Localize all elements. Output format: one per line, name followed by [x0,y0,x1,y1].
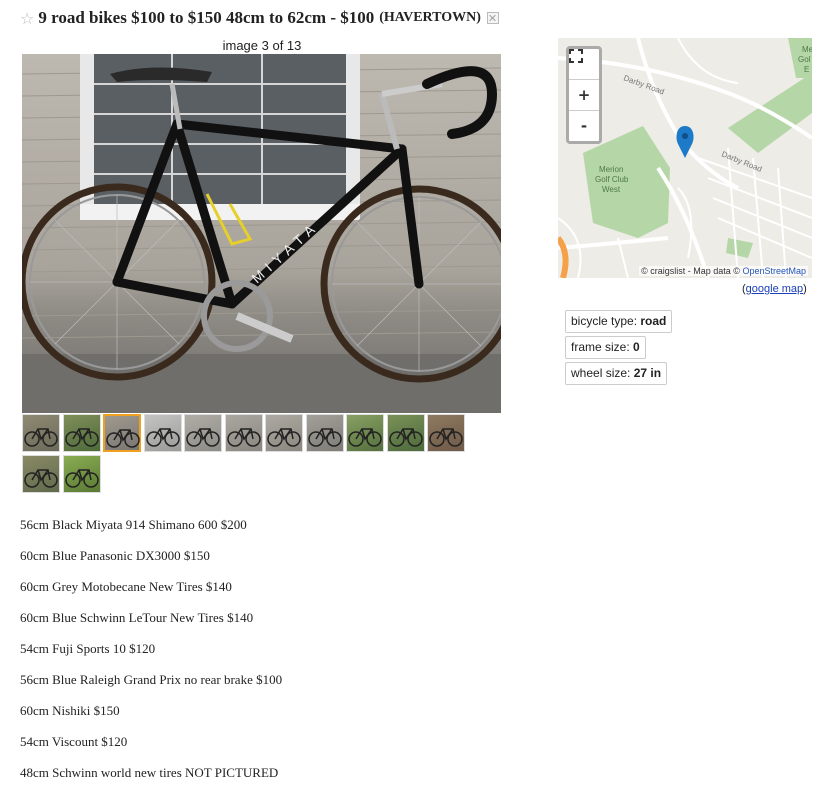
attr-value: 0 [633,340,640,354]
description-line: 60cm Blue Schwinn LeTour New Tires $140 [20,610,254,625]
map-label: E [804,65,809,74]
thumbnail[interactable] [62,414,101,452]
description-line: 48cm Schwinn world new tires NOT PICTURE… [20,765,279,780]
openstreetmap-link[interactable]: OpenStreetMap [742,266,806,276]
attr-label: bicycle type: [571,314,641,328]
map-label: Golf Club [595,175,629,184]
attr-wheel-size: wheel size: 27 in [565,362,668,385]
map-label: West [602,185,621,194]
thumbnail[interactable] [427,414,465,452]
hide-posting-icon[interactable] [486,12,499,24]
thumbnail[interactable] [22,414,60,452]
attr-bicycle-type: bicycle type: road [565,310,673,333]
thumbnail[interactable] [265,414,303,452]
google-map-link-wrapper: (google map) [742,283,807,295]
thumbnail[interactable] [224,414,263,452]
thumbnail[interactable] [22,455,60,493]
posting-title: 9 road bikes $100 to $150 48cm to 62cm -… [38,8,375,27]
map-controls: + - [566,46,602,144]
map-label: Merion [599,165,623,174]
thumbnail[interactable] [184,414,222,452]
description-line: 60cm Nishiki $150 [20,703,120,718]
zoom-in-button[interactable]: + [569,80,599,111]
map-label: Me [802,45,812,54]
main-image[interactable]: MIYATA [22,54,501,413]
description-line: 54cm Fuji Sports 10 $120 [20,641,156,656]
zoom-out-button[interactable]: - [569,111,599,141]
attr-label: wheel size: [571,366,634,380]
favorite-star-icon[interactable]: ☆ [20,9,34,28]
attr-label: frame size: [571,340,634,354]
location-map[interactable]: Darby Road Darby Road Merion Golf Club W… [558,38,812,278]
attr-value: 27 in [633,366,662,380]
map-attribution: © craigslist - Map data © OpenStreetMap [639,266,808,276]
posting-title-row: ☆ 9 road bikes $100 to $150 48cm to 62cm… [20,8,499,28]
description-line: 54cm Viscount $120 [20,734,128,749]
thumbnail[interactable] [62,455,101,493]
image-counter: image 3 of 13 [222,38,302,53]
description-line: 56cm Black Miyata 914 Shimano 600 $200 [20,517,247,532]
description-line: 60cm Blue Panasonic DX3000 $150 [20,548,210,563]
description-line: 60cm Grey Motobecane New Tires $140 [20,579,232,594]
fullscreen-button[interactable] [569,49,599,80]
bicycle-photo: MIYATA [22,54,501,413]
posting-body: 56cm Black Miyata 914 Shimano 600 $200 6… [20,509,520,788]
thumbnail[interactable] [305,414,344,452]
thumbnail[interactable] [103,414,141,452]
frame-decal: MIYATA [248,217,322,286]
description-line: 56cm Blue Raleigh Grand Prix no rear bra… [20,672,283,687]
attribution-text: © craigslist - Map data © [641,266,740,276]
posting-location: (HAVERTOWN) [379,10,481,25]
fullscreen-icon [569,49,583,63]
attr-value: road [640,314,667,328]
google-map-link[interactable]: google map [746,283,804,295]
attr-frame-size: frame size: 0 [565,336,646,359]
thumbnail[interactable] [143,414,182,452]
thumbnail[interactable] [346,414,384,452]
thumbnail[interactable] [386,414,425,452]
map-label: Gol [798,55,811,64]
